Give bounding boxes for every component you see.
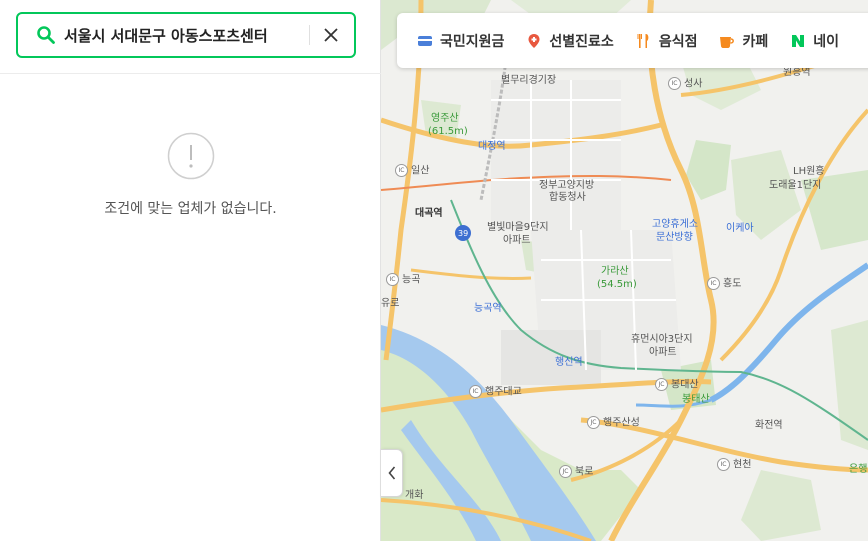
map-label: 행신역 xyxy=(555,357,583,368)
map-label: 능곡역 xyxy=(474,303,502,314)
chevron-left-icon xyxy=(387,466,395,480)
map-label: JC 북로 xyxy=(559,465,593,479)
map-view[interactable]: 별무리경기장 IC 성사 원흥역 영주산 (61.5m) 대정역 IC 일산 정부고… xyxy=(381,0,868,541)
chip-naver[interactable]: 네이 xyxy=(790,31,839,51)
clear-search-button[interactable] xyxy=(318,22,344,48)
card-icon xyxy=(418,35,432,46)
map-label: 봉태산 xyxy=(682,394,710,405)
close-icon xyxy=(324,28,338,42)
map-label: IC 현천 xyxy=(717,458,751,472)
map-label: (54.5m) xyxy=(597,279,637,290)
search-divider xyxy=(309,25,310,45)
panel-divider xyxy=(0,73,381,74)
map-label: 은행 xyxy=(849,464,868,475)
map-label: LH원흥 xyxy=(793,166,825,177)
app-root: 조건에 맞는 업체가 없습니다. xyxy=(0,0,868,541)
empty-message: 조건에 맞는 업체가 없습니다. xyxy=(104,201,277,217)
empty-results: 조건에 맞는 업체가 없습니다. xyxy=(0,132,381,218)
map-label: 휴먼시아3단지 xyxy=(631,334,693,345)
pin-plus-icon xyxy=(528,33,540,48)
search-input[interactable] xyxy=(64,15,301,55)
map-label: IC 일산 xyxy=(395,164,429,178)
chip-relief-fund[interactable]: 국민지원금 xyxy=(417,31,504,51)
chip-cafe[interactable]: 카페 xyxy=(719,31,768,51)
map-label: 개화 xyxy=(405,490,424,501)
map-label: 정부고양지방 xyxy=(539,180,595,191)
map-label: IC 흥도 xyxy=(707,277,741,291)
map-label: 도래울1단지 xyxy=(769,180,822,191)
map-label: 이케아 xyxy=(726,223,754,234)
map-label: IC 행주대교 xyxy=(469,385,522,399)
map-label: 39 xyxy=(458,229,469,238)
map-label: 유로 xyxy=(381,298,400,309)
fork-knife-icon xyxy=(637,33,649,48)
map-label: 별빛마을9단지 xyxy=(487,222,549,233)
exclamation-icon xyxy=(167,132,214,180)
search-panel: 조건에 맞는 업체가 없습니다. xyxy=(0,0,381,541)
map-label: JC 행주산성 xyxy=(587,416,640,430)
naver-n-icon xyxy=(792,34,805,47)
map-label: 원흥역 xyxy=(783,67,811,78)
map-label: 아파트 xyxy=(503,235,531,246)
search-icon xyxy=(37,26,55,44)
map-label: 별무리경기장 xyxy=(501,75,557,86)
map-label: 영주산 xyxy=(431,113,459,124)
search-box xyxy=(16,12,356,58)
chip-restaurant[interactable]: 음식점 xyxy=(636,31,697,51)
map-label: 합동청사 xyxy=(549,192,586,203)
cup-icon xyxy=(720,36,735,48)
map-label: (61.5m) xyxy=(428,126,468,137)
collapse-panel-button[interactable] xyxy=(381,449,403,497)
map-label: JC 봉대산 xyxy=(655,378,699,392)
map-label: 대정역 xyxy=(478,141,506,152)
map-label: 가라산 xyxy=(601,266,629,277)
map-label: 화전역 xyxy=(755,420,783,431)
map-label: IC 성사 xyxy=(668,77,702,91)
map-label: 고양휴게소 xyxy=(652,219,698,230)
map-label: 문산방향 xyxy=(656,232,693,243)
map-label: IC 능곡 xyxy=(386,273,420,287)
category-bar: 국민지원금 선별진료소 음식점 카페 네이 xyxy=(397,13,868,68)
map-label: 아파트 xyxy=(649,347,677,358)
chip-screening-clinic[interactable]: 선별진료소 xyxy=(526,31,614,51)
map-label: 대곡역 xyxy=(415,208,443,219)
